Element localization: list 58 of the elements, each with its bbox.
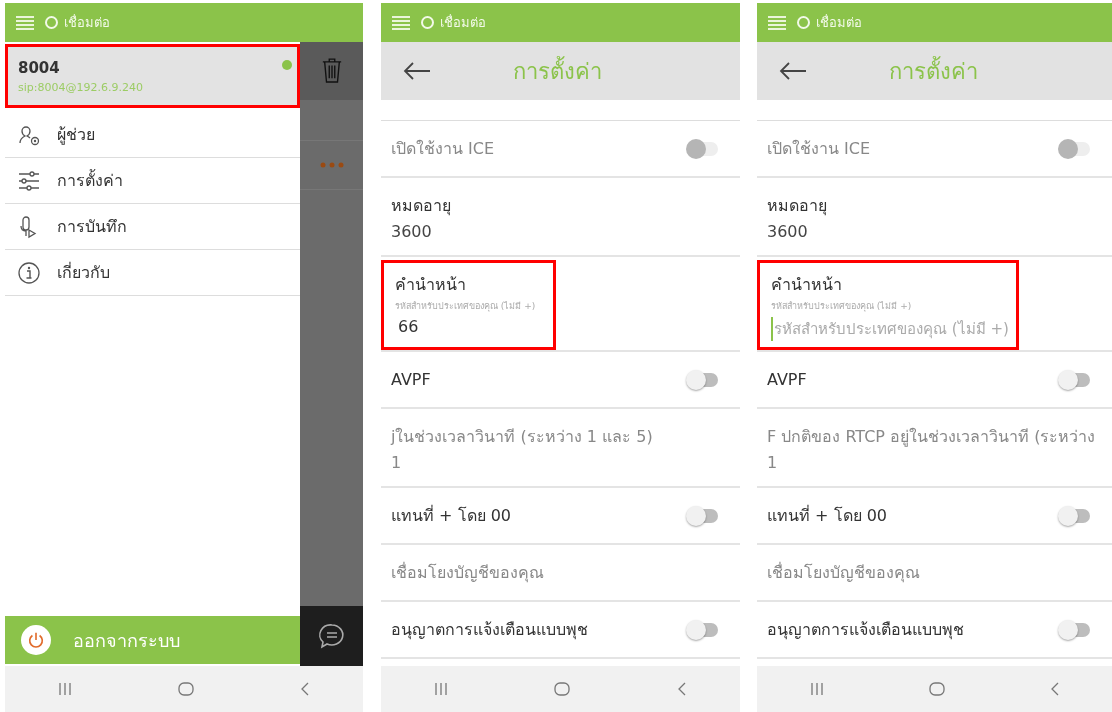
home-icon[interactable]	[554, 681, 571, 697]
recent-apps-icon[interactable]	[809, 682, 824, 696]
setting-value: 1	[391, 452, 403, 472]
back-arrow-icon[interactable]	[779, 61, 807, 81]
setting-hint: รหัสสำหรับประเทศของคุณ (ไม่มี +)	[395, 300, 537, 313]
toggle-switch[interactable]	[688, 622, 718, 637]
setting-label: อนุญาตการแจ้งเตือนแบบพุช	[767, 619, 964, 642]
more-icon[interactable]	[319, 162, 344, 168]
recent-apps-icon[interactable]	[58, 682, 72, 696]
trash-icon[interactable]	[320, 58, 343, 84]
toggle-switch[interactable]	[1060, 372, 1090, 387]
connection-status: เชื่อมต่อ	[64, 13, 110, 32]
back-icon[interactable]	[300, 682, 310, 696]
setting-label: อนุญาตการแจ้งเตือนแบบพุช	[391, 619, 588, 642]
menu-item[interactable]: การตั้งค่า	[5, 158, 300, 204]
setting-label: คำนำหน้า	[395, 274, 467, 296]
page-title: การตั้งค่า	[889, 55, 978, 86]
chat-icon[interactable]	[317, 622, 346, 650]
power-icon	[27, 631, 45, 649]
setting-label: jในช่วงเวลาวินาที (ระหว่าง 1 และ 5)	[391, 425, 653, 448]
setting-hint: รหัสสำหรับประเทศของคุณ (ไม่มี +)	[771, 300, 913, 313]
back-icon[interactable]	[1049, 682, 1060, 696]
setting-label: แทนที่ + โดย 00	[391, 504, 512, 527]
setting-value: 3600	[391, 221, 433, 241]
menu-item[interactable]: เกี่ยวกับ	[5, 250, 300, 296]
setting-label: หมดอายุ	[391, 194, 451, 218]
setting-label: เปิดใช้งาน ICE	[767, 138, 871, 160]
menu-icon[interactable]	[15, 14, 35, 31]
connection-status: เชื่อมต่อ	[816, 13, 862, 32]
toggle-switch[interactable]	[1060, 622, 1090, 637]
setting-value: 1	[767, 452, 779, 472]
home-icon[interactable]	[178, 681, 194, 697]
toggle-switch[interactable]	[688, 372, 718, 387]
account-card[interactable]: 8004 sip:8004@192.6.9.240	[5, 44, 300, 108]
setting-label: คำนำหน้า	[771, 274, 843, 296]
account-address: sip:8004@192.6.9.240	[18, 81, 144, 94]
setting-label: F ปกติของ RTCP อยู่ในช่วงเวลาวินาที (ระหว่าง	[767, 425, 1096, 449]
setting-label: AVPF	[391, 370, 431, 389]
recent-apps-icon[interactable]	[434, 682, 449, 696]
back-icon[interactable]	[676, 682, 687, 696]
page-title: การตั้งค่า	[513, 55, 602, 86]
connection-status: เชื่อมต่อ	[440, 13, 486, 32]
account-name: 8004	[18, 59, 61, 77]
setting-label: AVPF	[767, 370, 807, 389]
toggle-switch[interactable]	[688, 508, 718, 523]
info-icon	[17, 260, 41, 285]
menu-icon[interactable]	[767, 14, 787, 31]
sliders-icon	[17, 168, 41, 193]
setting-label: เปิดใช้งาน ICE	[391, 138, 495, 160]
setting-label: หมดอายุ	[767, 194, 827, 218]
setting-value: 3600	[767, 221, 809, 241]
input-field[interactable]: รหัสสำหรับประเทศของคุณ (ไม่มี +)	[771, 317, 1009, 341]
home-icon[interactable]	[928, 681, 945, 697]
toggle-switch[interactable]	[1060, 508, 1090, 523]
back-arrow-icon[interactable]	[403, 61, 431, 81]
setting-label: แทนที่ + โดย 00	[767, 504, 888, 527]
input-field[interactable]: 66	[395, 317, 546, 336]
menu-icon[interactable]	[391, 14, 411, 31]
